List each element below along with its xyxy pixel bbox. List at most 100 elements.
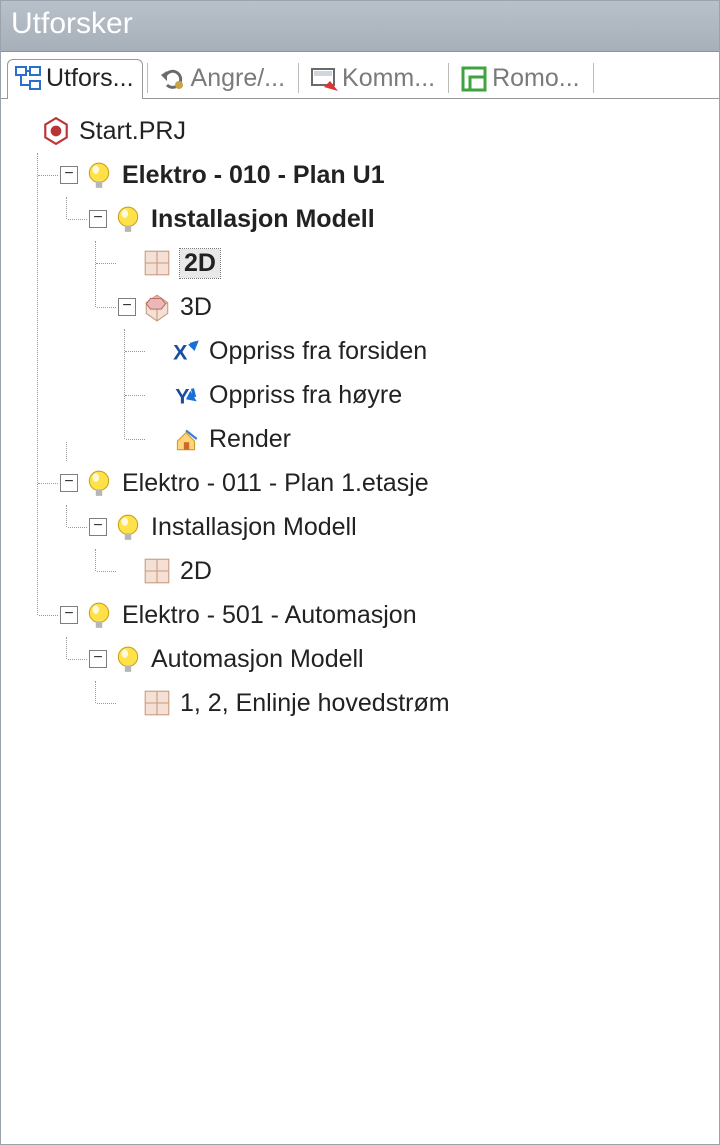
tree-label: Elektro - 011 - Plan 1.etasje: [122, 469, 429, 498]
tree-root: Start.PRJ − Elektro - 010 - Plan U1: [9, 109, 713, 725]
collapse-toggle[interactable]: −: [89, 650, 107, 668]
tree-children: − Elektro - 010 - Plan U1 − Installasjon…: [37, 153, 713, 725]
collapse-toggle[interactable]: −: [60, 474, 78, 492]
tree-label: Start.PRJ: [79, 117, 186, 146]
tree-item-automation-model[interactable]: − Automasjon Modell: [67, 637, 713, 681]
tree-node: Render: [125, 417, 713, 461]
tree-connector: [125, 417, 147, 461]
tree-item-front-view[interactable]: Oppriss fra forsiden: [125, 329, 713, 373]
explorer-panel: Utforsker Utfors... Angre/... Komm... Ro…: [0, 0, 720, 1145]
tree-item-single-line[interactable]: 1, 2, Enlinje hovedstrøm: [96, 681, 713, 725]
bulb-icon: [113, 512, 143, 542]
tree-node: − Installasjon Modell: [67, 197, 713, 461]
undo-icon: [159, 65, 187, 93]
tree-label: Installasjon Modell: [151, 513, 357, 542]
tree-node: − Installasjon Modell: [67, 505, 713, 593]
tree-children: − Installasjon Modell: [66, 505, 713, 593]
tree-connector: [125, 373, 147, 417]
plan-2d-icon: [142, 248, 172, 278]
tree-node: − Elektro - 010 - Plan U1 − Installasjon…: [38, 153, 713, 461]
tree-item-install-model[interactable]: − Installasjon Modell: [67, 197, 713, 241]
tree-label: 2D: [180, 557, 212, 586]
tree-node: Oppriss fra forsiden: [125, 329, 713, 373]
tree-connector: [96, 549, 118, 593]
collapse-toggle[interactable]: −: [89, 518, 107, 536]
tab-explorer[interactable]: Utfors...: [7, 59, 143, 99]
bulb-icon: [113, 644, 143, 674]
tree-label: 1, 2, Enlinje hovedstrøm: [180, 689, 450, 718]
tree-item-render[interactable]: Render: [125, 417, 713, 461]
tree-item-elektro-010[interactable]: − Elektro - 010 - Plan U1: [38, 153, 713, 197]
tree-item-elektro-501[interactable]: − Elektro - 501 - Automasjon: [38, 593, 713, 637]
tree-node: − Automasjon Modell: [67, 637, 713, 725]
house-3d-icon: [142, 292, 172, 322]
tree-children: 2D − 3D: [95, 241, 713, 461]
tree-children: Oppriss fra forsiden: [124, 329, 713, 461]
tab-separator: [147, 63, 148, 93]
tree-connector: [38, 461, 60, 505]
tree-connector: [67, 505, 89, 549]
bulb-icon: [84, 468, 114, 498]
tree-children: 2D: [95, 549, 713, 593]
tree-item-right-view[interactable]: Oppriss fra høyre: [125, 373, 713, 417]
plan-2d-icon: [142, 688, 172, 718]
tab-comments[interactable]: Komm...: [303, 59, 444, 99]
collapse-toggle[interactable]: −: [89, 210, 107, 228]
tree-label: Oppriss fra forsiden: [209, 337, 427, 366]
tree-label: Elektro - 501 - Automasjon: [122, 601, 417, 630]
panel-title: Utforsker: [1, 1, 719, 52]
tab-separator: [298, 63, 299, 93]
tree-node: 1, 2, Enlinje hovedstrøm: [96, 681, 713, 725]
tree-label: Elektro - 010 - Plan U1: [122, 161, 385, 190]
tree-connector: [67, 637, 89, 681]
tree-node: − Elektro - 011 - Plan 1.etasje − Instal…: [38, 461, 713, 593]
tab-label: Komm...: [342, 64, 435, 93]
bulb-icon: [113, 204, 143, 234]
tab-separator: [593, 63, 594, 93]
tab-separator: [448, 63, 449, 93]
tree-label: Oppriss fra høyre: [209, 381, 402, 410]
tree-connector: [96, 241, 118, 285]
x-axis-icon: [171, 336, 201, 366]
tree-label: 2D: [180, 249, 220, 278]
y-axis-icon: [171, 380, 201, 410]
tree-view[interactable]: Start.PRJ − Elektro - 010 - Plan U1: [1, 99, 719, 1144]
tree-node: − Elektro - 501 - Automasjon − Automasjo…: [38, 593, 713, 725]
bulb-icon: [84, 600, 114, 630]
collapse-toggle[interactable]: −: [60, 166, 78, 184]
tree-label: 3D: [180, 293, 212, 322]
tree-item-2d[interactable]: 2D: [96, 241, 713, 285]
tree-connector: [38, 593, 60, 637]
tab-label: Romo...: [492, 64, 580, 93]
tree-connector: [125, 329, 147, 373]
project-icon: [41, 116, 71, 146]
tree-label: Render: [209, 425, 291, 454]
tree-label: Automasjon Modell: [151, 645, 364, 674]
collapse-toggle[interactable]: −: [118, 298, 136, 316]
tab-undo[interactable]: Angre/...: [152, 59, 295, 99]
tree-connector: [38, 153, 60, 197]
render-icon: [171, 424, 201, 454]
tree-connector: [96, 681, 118, 725]
tree-item-2d[interactable]: 2D: [96, 549, 713, 593]
bulb-icon: [84, 160, 114, 190]
tree-item-elektro-011[interactable]: − Elektro - 011 - Plan 1.etasje: [38, 461, 713, 505]
tab-strip: Utfors... Angre/... Komm... Romo...: [1, 52, 719, 99]
tree-label: Installasjon Modell: [151, 205, 375, 234]
tab-label: Utfors...: [46, 64, 134, 93]
tree-node: 2D: [96, 241, 713, 285]
collapse-toggle[interactable]: −: [60, 606, 78, 624]
tree-children: − Installasjon Modell: [66, 197, 713, 461]
tree-item-project[interactable]: Start.PRJ: [9, 109, 713, 153]
tree-icon: [14, 65, 42, 93]
comment-icon: [310, 65, 338, 93]
tree-children: 1, 2, Enlinje hovedstrøm: [95, 681, 713, 725]
tree-children: − Automasjon Modell: [66, 637, 713, 725]
tree-item-install-model[interactable]: − Installasjon Modell: [67, 505, 713, 549]
plan-2d-icon: [142, 556, 172, 586]
tree-item-3d[interactable]: − 3D: [96, 285, 713, 329]
tree-node: − 3D: [96, 285, 713, 461]
tree-connector: [67, 197, 89, 241]
tree-node: Oppriss fra høyre: [125, 373, 713, 417]
tab-rooms[interactable]: Romo...: [453, 59, 589, 99]
